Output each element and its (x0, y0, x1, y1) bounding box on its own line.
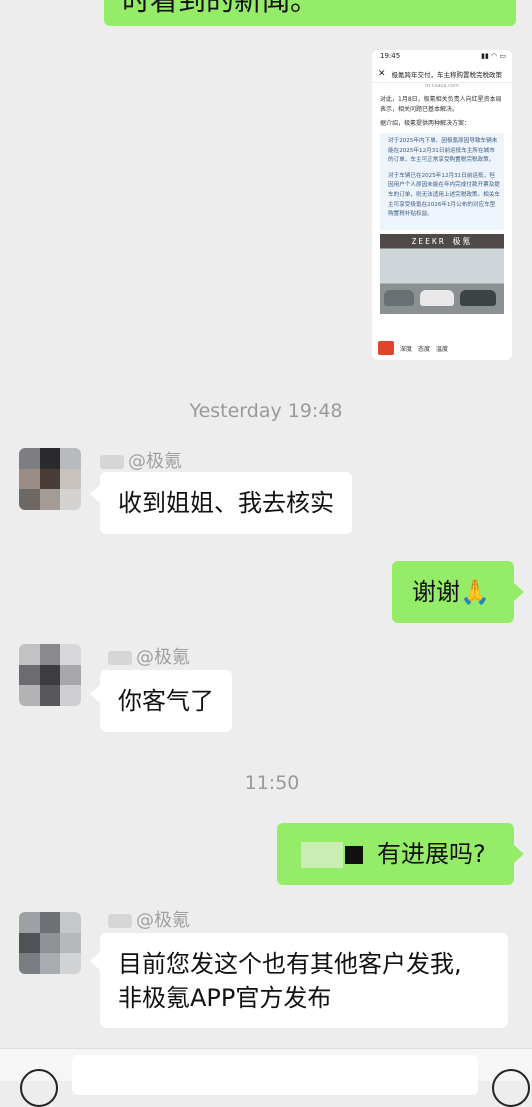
publisher-logo-icon (378, 341, 394, 355)
card-status-bar: 19:45 ▮▮ ◠ ▭ (372, 50, 512, 66)
avatar[interactable] (19, 912, 81, 974)
close-icon: ✕ (378, 69, 386, 79)
shared-screenshot-image[interactable]: 19:45 ▮▮ ◠ ▭ ✕ 极氪跨年交付，车主称购置税完税政策 m.cxaoa… (372, 50, 512, 360)
card-status-icons: ▮▮ ◠ ▭ (481, 52, 506, 60)
message-text: 收到姐姐、我去核实 (118, 489, 334, 517)
incoming-message-bubble[interactable]: 目前您发这个也有其他客户发我, 非极氪APP官方发布 (100, 933, 508, 1028)
card-quote-2: 对于车辆已在2025年12月31日前运抵，但因用户个人原因未能在年内完成付款开票… (388, 172, 500, 218)
bubble-tail (90, 952, 100, 970)
car-shape (420, 289, 454, 306)
sender-name: @极氪 (108, 906, 190, 932)
sender-handle: @极氪 (136, 910, 190, 931)
outgoing-message-bubble[interactable]: 谢谢🙏 (392, 561, 514, 623)
avatar[interactable] (19, 448, 81, 510)
card-nav-title: 极氪跨年交付，车主称购置税完税政策 (391, 71, 503, 79)
bubble-tail (514, 845, 524, 863)
outgoing-message-bubble[interactable]: 时看到的新闻。 (104, 0, 516, 26)
incoming-message-bubble[interactable]: 收到姐姐、我去核实 (100, 472, 352, 534)
input-bar (0, 1048, 532, 1107)
redacted-name (108, 651, 132, 665)
car-shape (460, 289, 496, 306)
sender-name: @极氪 (108, 643, 190, 669)
bubble-tail (90, 685, 100, 703)
card-quote-block: 对于2025年内下单、因极氪原因导致车辆未能在2025年12月31日前运抵车主所… (380, 133, 504, 230)
message-text-line: 非极氪APP官方发布 (118, 984, 332, 1012)
card-paragraph-1: 对此，1月8日，极氪相关负责人向红星资本局表示，相关问题已基本解决。 (380, 96, 502, 113)
sender-handle: @极氪 (136, 647, 190, 668)
message-input[interactable] (72, 1055, 478, 1095)
avatar[interactable] (19, 644, 81, 706)
card-nav-bar: ✕ 极氪跨年交付，车主称购置税完税政策 (372, 66, 512, 83)
voice-icon[interactable] (20, 1069, 58, 1107)
car-shape (384, 289, 414, 306)
message-text: 谢谢🙏 (412, 578, 490, 606)
card-paragraph-2: 据介绍，极氪提供两种解决方案： (380, 120, 471, 127)
card-status-time: 19:45 (380, 52, 401, 60)
incoming-message-bubble[interactable]: 你客气了 (100, 670, 232, 732)
message-text: 有进展吗? (377, 840, 486, 868)
sender-name: @极氪 (100, 447, 182, 473)
redacted-block (301, 842, 343, 868)
sender-handle: @极氪 (128, 451, 182, 472)
bubble-tail (90, 485, 100, 503)
message-text-line: 目前您发这个也有其他客户发我, (118, 950, 462, 978)
outgoing-message-bubble[interactable]: 有进展吗? (277, 823, 514, 885)
showroom-photo: ZEEKR 极氪 (380, 233, 504, 314)
card-quote-1: 对于2025年内下单、因极氪原因导致车辆未能在2025年12月31日前运抵车主所… (388, 138, 498, 164)
card-url: m.cxaoa.com (425, 83, 459, 89)
emoji-icon[interactable] (492, 1069, 530, 1107)
redacted-block (345, 846, 363, 864)
timestamp: Yesterday 19:48 (189, 400, 343, 422)
card-footer-item: 态度 (418, 345, 431, 353)
redacted-name (100, 455, 124, 469)
card-footer-item: 温度 (436, 345, 449, 353)
card-footer-item: 深度 (400, 345, 413, 353)
timestamp: 11:50 (244, 772, 300, 794)
zeekr-logo-sign: ZEEKR 极氪 (411, 236, 473, 246)
message-text: 时看到的新闻。 (122, 0, 319, 17)
bubble-tail (514, 583, 524, 601)
card-footer: 深度 态度 温度 (372, 336, 512, 360)
redacted-name (108, 914, 132, 928)
message-text: 你客气了 (118, 687, 214, 715)
